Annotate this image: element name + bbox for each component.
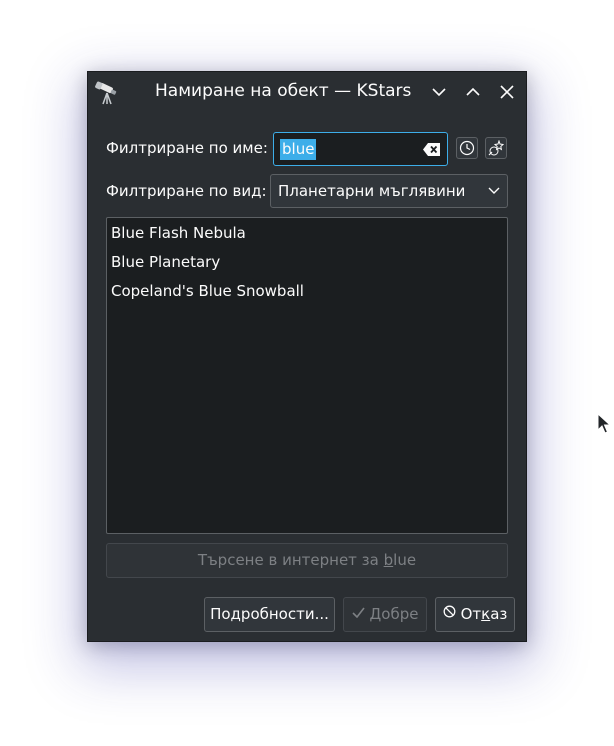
title-bar[interactable]: Намиране на обект — KStars <box>88 72 526 111</box>
name-filter-value[interactable]: blue <box>280 139 317 160</box>
cancel-button[interactable]: Отказ <box>435 597 515 632</box>
type-filter-select[interactable]: Планетарни мъглявини <box>270 174 508 208</box>
chevron-down-icon <box>432 88 446 97</box>
list-item[interactable]: Blue Planetary <box>111 253 220 271</box>
desktop: Намиране на обект — KStars Филтриране по… <box>0 0 614 746</box>
cancel-label-rest: аз <box>490 605 508 623</box>
chevron-up-icon <box>466 87 480 96</box>
list-item[interactable]: Copeland's Blue Snowball <box>111 282 304 300</box>
list-item[interactable]: Blue Flash Nebula <box>111 224 246 242</box>
close-button[interactable] <box>495 80 519 104</box>
internet-search-label-accel: b <box>383 551 394 569</box>
telescope-icon <box>95 79 121 105</box>
cancel-label-prefix: От <box>460 605 482 623</box>
internet-search-button[interactable]: Търсене в интернет за blue <box>106 543 508 578</box>
details-button[interactable]: Подробности... <box>204 597 335 632</box>
details-button-label: Подробности... <box>210 605 329 623</box>
window-title: Намиране на обект — KStars <box>155 81 412 101</box>
ok-button[interactable]: Добре <box>343 597 427 632</box>
find-object-dialog: Намиране на обект — KStars Филтриране по… <box>87 71 527 642</box>
star-wand-icon <box>488 140 504 156</box>
check-icon <box>351 597 365 630</box>
maximize-button[interactable] <box>461 80 485 104</box>
type-filter-value: Планетарни мъглявини <box>278 182 466 200</box>
chevron-down-icon <box>488 187 500 194</box>
cancel-icon <box>443 597 456 630</box>
mouse-pointer-icon <box>597 412 612 439</box>
ok-label-accel: Д <box>369 605 382 623</box>
cancel-label-accel: к <box>481 605 491 623</box>
clock-icon <box>459 140 475 156</box>
internet-search-label-rest: lue <box>393 551 417 569</box>
ok-label-rest: обре <box>381 605 419 623</box>
results-list[interactable]: Blue Flash Nebula Blue Planetary Copelan… <box>106 217 508 534</box>
internet-search-label-prefix: Търсене в интернет за <box>197 551 384 569</box>
name-filter-label: Филтриране по име: <box>106 139 268 157</box>
history-button[interactable] <box>456 137 478 159</box>
clear-text-icon[interactable] <box>423 142 441 157</box>
minimize-button[interactable] <box>427 80 451 104</box>
type-filter-label: Филтриране по вид: <box>106 182 267 200</box>
options-button[interactable] <box>485 137 507 159</box>
close-icon <box>500 85 514 99</box>
name-filter-input[interactable]: blue <box>273 132 448 166</box>
